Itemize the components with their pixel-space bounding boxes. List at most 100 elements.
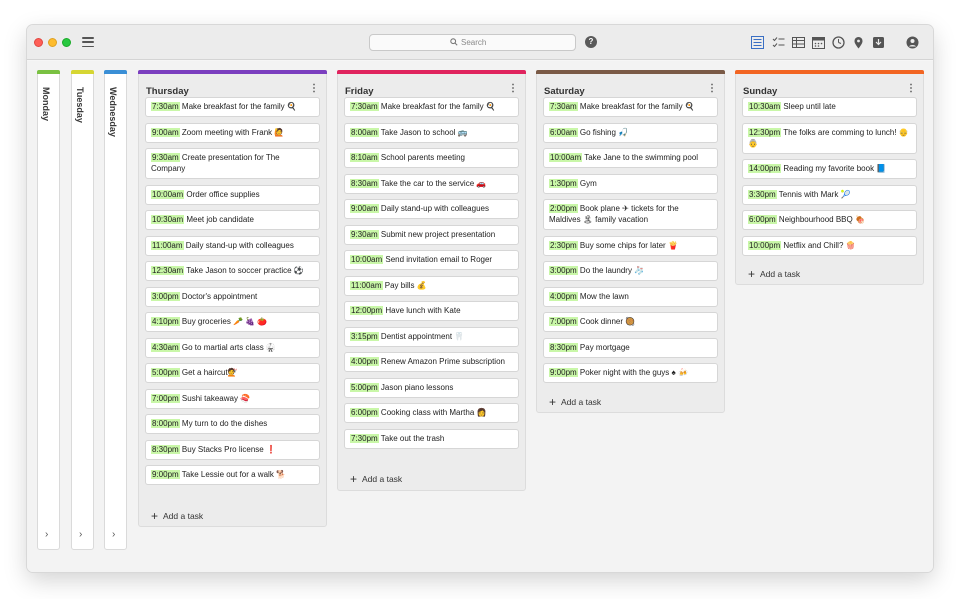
task-card[interactable]: 9:00am Zoom meeting with Frank 🙋 [145,122,320,143]
task-card[interactable]: 9:00pm Take Lessie out for a walk 🐕 [145,465,320,485]
plus-icon: + [549,395,557,409]
checklist-icon[interactable] [772,36,785,49]
task-card[interactable]: 2:00pm Book plane ✈ tickets for the Mald… [543,199,718,230]
board-view-icon[interactable] [751,36,764,49]
plus-icon: + [748,267,756,281]
task-text: Poker night with the guys ♠ 🍻 [577,368,688,377]
close-window-button[interactable] [34,38,43,47]
search-input[interactable]: Search [369,34,576,51]
add-task-button[interactable]: + Add a task [151,508,204,523]
task-card[interactable]: 11:00am Daily stand-up with colleagues [145,235,320,256]
task-card[interactable]: 8:30pm Pay mortgage [543,337,718,358]
task-card[interactable]: 12:00pm Have lunch with Kate [344,301,519,321]
task-card[interactable]: 8:30am Take the car to the service 🚗 [344,173,519,194]
task-time: 9:30am [151,153,180,162]
task-card[interactable]: 12:30pm The folks are comming to lunch! … [742,122,917,154]
column-color-bar [71,70,94,74]
add-task-button[interactable]: + Add a task [748,266,800,281]
task-time: 3:30pm [748,189,777,199]
add-task-label: Add a task [163,511,204,521]
expand-chevron-icon[interactable]: › [79,529,82,540]
task-text: Buy some chips for later 🍟 [577,240,678,250]
column-title: Tuesday [75,87,85,123]
column-sunday: Sunday ⋮ 10:30am Sleep until late 12:30pm… [735,70,924,285]
task-card[interactable]: 10:30am Sleep until late [742,97,917,117]
task-card[interactable]: 6:00pm Neighbourhood BBQ 🍖 [742,210,917,230]
task-card[interactable]: 4:30am Go to martial arts class 🥋 [145,337,320,358]
task-card[interactable]: 8:30pm Buy Stacks Pro license ❗ [145,439,320,460]
task-text: Sushi takeaway 🍣 [179,393,251,403]
task-text: Buy groceries 🥕 🍇 🍅 [179,317,268,326]
add-task-button[interactable]: + Add a task [350,471,402,486]
task-card[interactable]: 11:00am Pay bills 💰 [344,275,519,296]
task-text: Have lunch with Kate [383,306,461,315]
add-task-label: Add a task [561,397,602,407]
task-card[interactable]: 9:30am Submit new project presentation [344,224,519,245]
minimize-window-button[interactable] [48,38,57,47]
task-card[interactable]: 12:30am Take Jason to soccer practice ⚽ [145,261,320,281]
task-card[interactable]: 7:30am Make breakfast for the family 🍳 [543,97,718,117]
collapsed-column-monday[interactable]: Monday › [37,70,60,550]
task-card[interactable]: 1:30pm Gym [543,173,718,194]
task-card[interactable]: 7:30am Make breakfast for the family 🍳 [344,97,519,117]
search-icon [450,38,458,46]
task-time: 7:00pm [549,317,578,326]
column-color-bar [337,70,526,74]
task-card[interactable]: 7:00pm Cook dinner 🥘 [543,312,718,332]
task-text: Submit new project presentation [378,229,496,239]
add-task-button[interactable]: + Add a task [549,394,602,409]
task-card[interactable]: 6:00pm Cooking class with Martha 👩 [344,403,519,423]
column-saturday: Saturday ⋮ 7:30am Make breakfast for the… [536,70,725,413]
task-time: 10:00am [151,189,185,199]
archive-icon[interactable] [872,36,885,49]
task-card[interactable]: 8:00pm My turn to do the dishes [145,414,320,434]
task-card[interactable]: 10:00pm Netflix and Chill? 🍿 [742,235,917,256]
task-card[interactable]: 5:00pm Jason piano lessons [344,377,519,398]
expand-chevron-icon[interactable]: › [45,529,48,540]
task-card[interactable]: 14:00pm Reading my favorite book 📘 [742,159,917,179]
task-card[interactable]: 2:30pm Buy some chips for later 🍟 [543,235,718,256]
task-card[interactable]: 3:00pm Do the laundry 🧦 [543,261,718,281]
task-text: Sleep until late [781,102,836,111]
zoom-window-button[interactable] [62,38,71,47]
column-menu-icon[interactable]: ⋮ [309,84,319,94]
task-card[interactable]: 6:00am Go fishing 🎣 [543,122,718,143]
board: Monday › Tuesday › Wednesday › Thursday … [27,61,933,572]
column-title: Friday [345,86,374,97]
task-card[interactable]: 5:00pm Get a haircut💇 [145,363,320,383]
task-card[interactable]: 4:10pm Buy groceries 🥕 🍇 🍅 [145,312,320,332]
collapsed-column-wednesday[interactable]: Wednesday › [104,70,127,550]
task-card[interactable]: 3:30pm Tennis with Mark 🎾 [742,184,917,205]
location-icon[interactable] [852,36,865,49]
column-menu-icon[interactable]: ⋮ [707,84,717,94]
task-card[interactable]: 4:00pm Mow the lawn [543,286,718,307]
expand-chevron-icon[interactable]: › [112,529,115,540]
task-card[interactable]: 8:10am School parents meeting [344,148,519,168]
task-card[interactable]: 9:30am Create presentation for The Compa… [145,148,320,179]
task-card[interactable]: 9:00pm Poker night with the guys ♠ 🍻 [543,363,718,383]
task-card[interactable]: 10:00am Take Jane to the swimming pool [543,148,718,168]
clock-icon[interactable] [832,36,845,49]
table-view-icon[interactable] [792,36,805,49]
task-card[interactable]: 10:00am Order office supplies [145,184,320,205]
collapsed-column-tuesday[interactable]: Tuesday › [71,70,94,550]
task-card[interactable]: 7:00pm Sushi takeaway 🍣 [145,388,320,409]
column-menu-icon[interactable]: ⋮ [508,84,518,94]
calendar-icon[interactable] [812,36,825,49]
task-card[interactable]: 7:30am Make breakfast for the family 🍳 [145,97,320,117]
menu-icon[interactable] [82,37,94,48]
task-time: 5:00pm [350,382,379,392]
task-card[interactable]: 9:00am Daily stand-up with colleagues [344,199,519,219]
column-menu-icon[interactable]: ⋮ [906,84,916,94]
task-text: Neighbourhood BBQ 🍖 [776,215,865,224]
task-card[interactable]: 10:30am Meet job candidate [145,210,320,230]
task-card[interactable]: 8:00am Take Jason to school 🚌 [344,122,519,143]
account-icon[interactable] [906,36,919,49]
task-card[interactable]: 4:00pm Renew Amazon Prime subscription [344,352,519,372]
task-card[interactable]: 3:00pm Doctor's appointment [145,286,320,307]
task-time: 11:00am [350,280,383,290]
task-card[interactable]: 10:00am Send invitation email to Roger [344,250,519,270]
help-icon[interactable]: ? [585,36,597,48]
task-card[interactable]: 3:15pm Dentist appointment 🦷 [344,326,519,347]
task-card[interactable]: 7:30pm Take out the trash [344,428,519,449]
